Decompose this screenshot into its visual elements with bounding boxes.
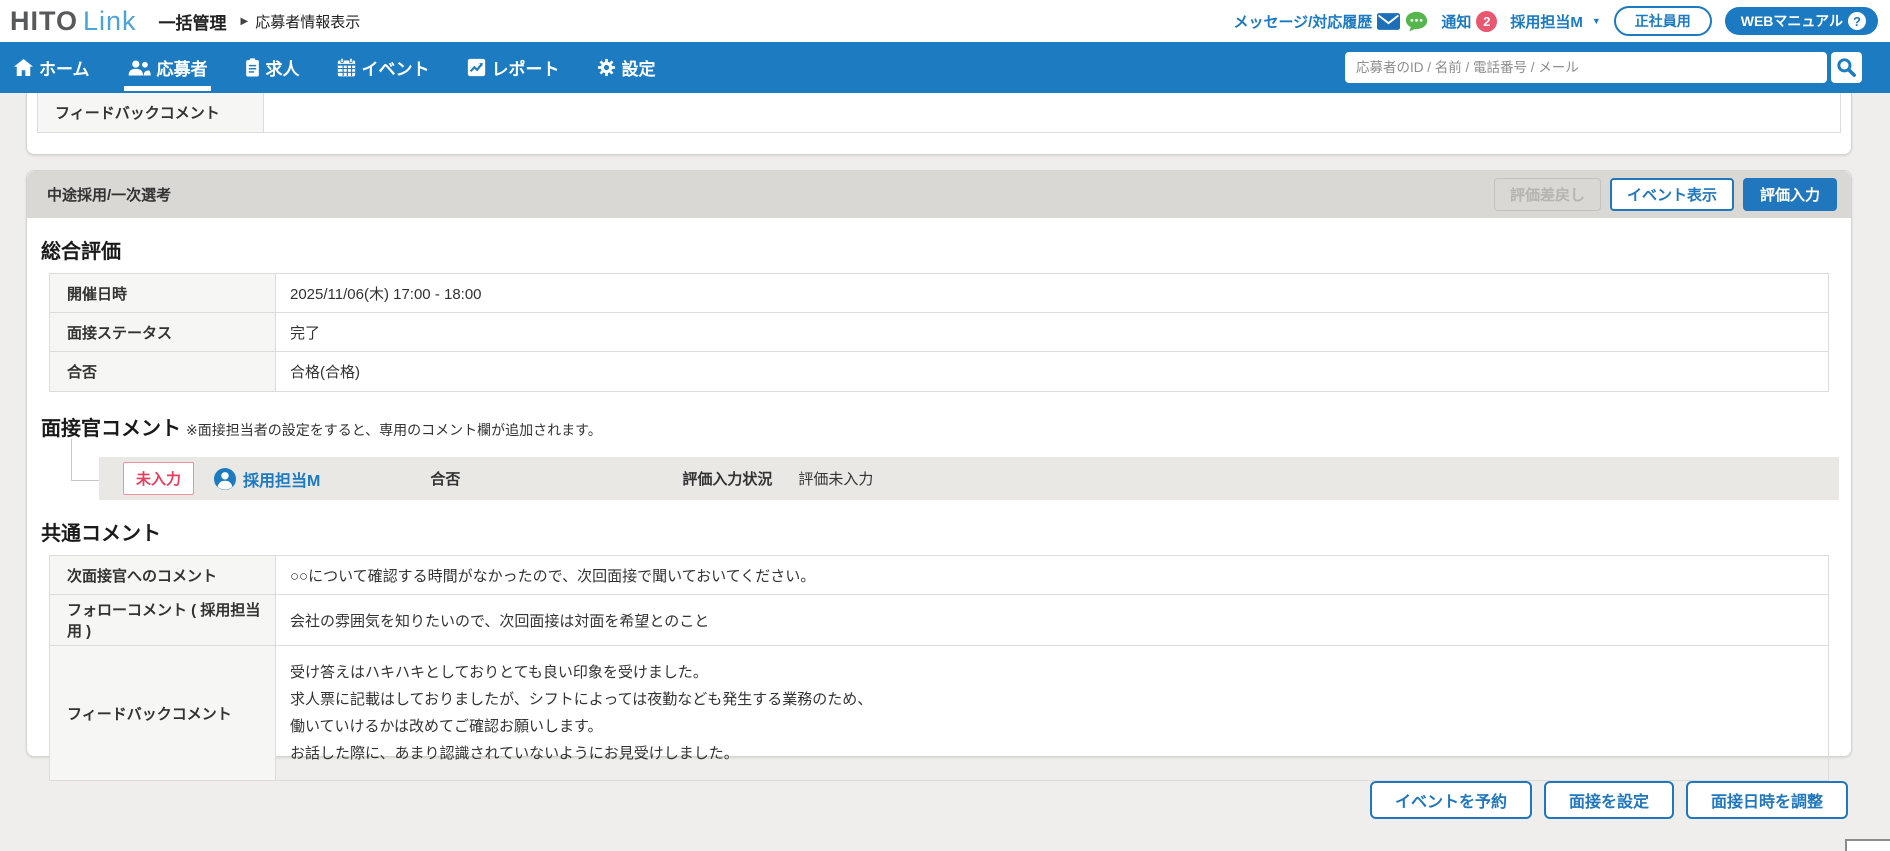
interviewer-row-wrap: 未入力 採用担当M 合否 評価入力状況 評価未入力 xyxy=(39,439,1839,500)
gear-icon xyxy=(597,58,616,77)
reserve-event-button[interactable]: イベントを予約 xyxy=(1369,781,1532,819)
set-interview-button[interactable]: 面接を設定 xyxy=(1543,781,1674,819)
interviewer-row: 未入力 採用担当M 合否 評価入力状況 評価未入力 xyxy=(99,457,1839,500)
search-input[interactable] xyxy=(1345,52,1827,83)
feedback-comment-label: フィードバックコメント xyxy=(50,646,276,780)
hito-link-logo[interactable]: HITO Link xyxy=(10,6,137,37)
adjust-interview-datetime-button[interactable]: 面接日時を調整 xyxy=(1685,781,1848,819)
home-icon xyxy=(14,59,33,76)
mail-icon[interactable] xyxy=(1377,12,1401,30)
table-row: 面接ステータス 完了 xyxy=(50,313,1828,352)
previous-section-card: フィードバックコメント xyxy=(26,93,1852,155)
next-interviewer-comment-value: ○○について確認する時間がなかったので、次回面接で聞いておいてください。 xyxy=(290,567,816,585)
messages-history-link[interactable]: メッセージ/対応履歴 xyxy=(1233,11,1372,32)
table-row: 次面接官へのコメント ○○について確認する時間がなかったので、次回面接で聞いてお… xyxy=(50,556,1828,595)
logo-hito-text: HITO xyxy=(10,5,79,36)
interview-status-label: 面接ステータス xyxy=(50,313,276,351)
breadcrumb-page: 応募者情報表示 xyxy=(255,13,361,31)
table-row: フィードバックコメント 受け答えはハキハキとしておりとても良い印象を受けました。… xyxy=(50,646,1828,780)
header-right-cluster: メッセージ/対応履歴 通知 2 採用担当M ▼ 正社員用 WEBマニュアル ? xyxy=(1233,6,1878,36)
nav-item-events[interactable]: イベント xyxy=(337,42,430,93)
interviewer-comment-note: ※面接担当者の設定をすると、専用のコメント欄が追加されます。 xyxy=(186,422,602,438)
overall-evaluation-title: 総合評価 xyxy=(41,241,121,263)
nav-label-jobs: 求人 xyxy=(265,60,300,79)
evaluation-status-value: 評価未入力 xyxy=(798,471,874,488)
common-comment-title: 共通コメント xyxy=(41,523,161,545)
chevron-down-icon: ▼ xyxy=(1591,16,1601,26)
feedback-cut-table: フィードバックコメント xyxy=(37,93,1841,133)
staff-mode-button[interactable]: 正社員用 xyxy=(1613,6,1712,36)
evaluation-input-button[interactable]: 評価入力 xyxy=(1742,178,1837,211)
logo-link-text: Link xyxy=(83,5,137,36)
tree-connector-line xyxy=(71,439,99,481)
notification-count-badge: 2 xyxy=(1476,10,1498,32)
nav-item-settings[interactable]: 設定 xyxy=(597,42,656,93)
nav-label-applicants: 応募者 xyxy=(156,60,208,79)
event-datetime-value: 2025/11/06(木) 17:00 - 18:00 xyxy=(290,285,482,303)
feedback-comment-label: フィードバックコメント xyxy=(38,93,264,132)
clipboard-icon xyxy=(245,58,260,77)
nav-label-events: イベント xyxy=(361,60,430,79)
footer-action-buttons: イベントを予約 面接を設定 面接日時を調整 xyxy=(1369,781,1848,819)
pass-fail-label: 合否 xyxy=(50,352,276,391)
web-manual-label: WEBマニュアル xyxy=(1740,13,1843,29)
not-entered-badge: 未入力 xyxy=(123,462,195,495)
nav-item-reports[interactable]: レポート xyxy=(467,42,560,93)
interviewer-comment-heading: 面接官コメント ※面接担当者の設定をすると、専用のコメント欄が追加されます。 xyxy=(41,412,1839,441)
table-row: 開催日時 2025/11/06(木) 17:00 - 18:00 xyxy=(50,274,1828,313)
selection-header: 中途採用/一次選考 評価差戻し イベント表示 評価入力 xyxy=(27,171,1851,218)
feedback-comment-value: 受け答えはハキハキとしておりとても良い印象を受けました。 求人票に記載はしており… xyxy=(290,664,873,762)
evaluation-status-label: 評価入力状況 xyxy=(682,471,773,488)
chat-bubble-icon[interactable] xyxy=(1405,11,1428,32)
user-menu[interactable]: 採用担当M ▼ xyxy=(1510,11,1600,32)
interview-status-value: 完了 xyxy=(290,324,321,342)
selection-body: 総合評価 開催日時 2025/11/06(木) 17:00 - 18:00 面接… xyxy=(27,235,1851,781)
chart-icon xyxy=(467,58,486,77)
people-icon xyxy=(127,59,151,76)
pass-fail-value: 合格(合格) xyxy=(290,364,360,381)
follow-comment-label: フォローコメント ( 採用担当用 ) xyxy=(50,595,276,645)
web-manual-button[interactable]: WEBマニュアル ? xyxy=(1724,7,1878,35)
nav-item-home[interactable]: ホーム xyxy=(14,42,90,93)
table-row: フィードバックコメント xyxy=(38,93,1840,132)
clipped-corner-panel xyxy=(1845,839,1890,851)
next-interviewer-comment-label: 次面接官へのコメント xyxy=(50,556,276,594)
top-header: HITO Link 一括管理 ▶ 応募者情報表示 メッセージ/対応履歴 通知 2… xyxy=(0,0,1890,42)
interviewer-comment-title: 面接官コメント xyxy=(41,418,181,440)
nav-label-reports: レポート xyxy=(491,60,560,79)
interviewer-result-label: 合否 xyxy=(430,471,461,488)
notifications[interactable]: 通知 2 xyxy=(1441,10,1498,32)
breadcrumb-arrow-icon: ▶ xyxy=(240,15,249,27)
breadcrumb-section: 一括管理 xyxy=(158,13,227,33)
nav-item-applicants[interactable]: 応募者 xyxy=(123,42,211,93)
nav-label-home: ホーム xyxy=(39,60,90,79)
overall-evaluation-table: 開催日時 2025/11/06(木) 17:00 - 18:00 面接ステータス… xyxy=(49,273,1829,392)
active-tab-indicator xyxy=(123,86,211,91)
breadcrumb: 一括管理 ▶ 応募者情報表示 xyxy=(159,9,361,34)
table-row: 合否 合格(合格) xyxy=(50,352,1828,391)
event-datetime-label: 開催日時 xyxy=(50,274,276,312)
selection-card: 中途採用/一次選考 評価差戻し イベント表示 評価入力 総合評価 開催日時 20… xyxy=(26,170,1852,781)
calendar-icon xyxy=(337,58,356,77)
evaluation-return-button[interactable]: 評価差戻し xyxy=(1493,178,1601,211)
event-display-button[interactable]: イベント表示 xyxy=(1609,178,1734,211)
search-icon xyxy=(1836,57,1857,78)
search-button[interactable] xyxy=(1831,52,1862,83)
user-name: 採用担当M xyxy=(1510,13,1583,31)
question-mark-icon: ? xyxy=(1848,12,1866,30)
nav-label-settings: 設定 xyxy=(621,60,656,79)
main-nav: ホーム 応募者 求人 イベント レポート 設定 xyxy=(0,42,1890,93)
person-circle-icon xyxy=(214,467,237,490)
selection-title: 中途採用/一次選考 xyxy=(47,187,172,204)
follow-comment-value: 会社の雰囲気を知りたいので、次回面接は対面を希望とのこと xyxy=(290,612,710,630)
applicant-search xyxy=(1345,52,1862,83)
nav-item-jobs[interactable]: 求人 xyxy=(245,42,300,93)
selection-header-buttons: 評価差戻し イベント表示 評価入力 xyxy=(1493,178,1837,211)
table-row: フォローコメント ( 採用担当用 ) 会社の雰囲気を知りたいので、次回面接は対面… xyxy=(50,595,1828,646)
interviewer-name-link[interactable]: 採用担当M xyxy=(243,467,320,491)
common-comment-table: 次面接官へのコメント ○○について確認する時間がなかったので、次回面接で聞いてお… xyxy=(49,555,1829,781)
feedback-comment-value xyxy=(264,93,1840,132)
notifications-label: 通知 xyxy=(1441,13,1472,31)
